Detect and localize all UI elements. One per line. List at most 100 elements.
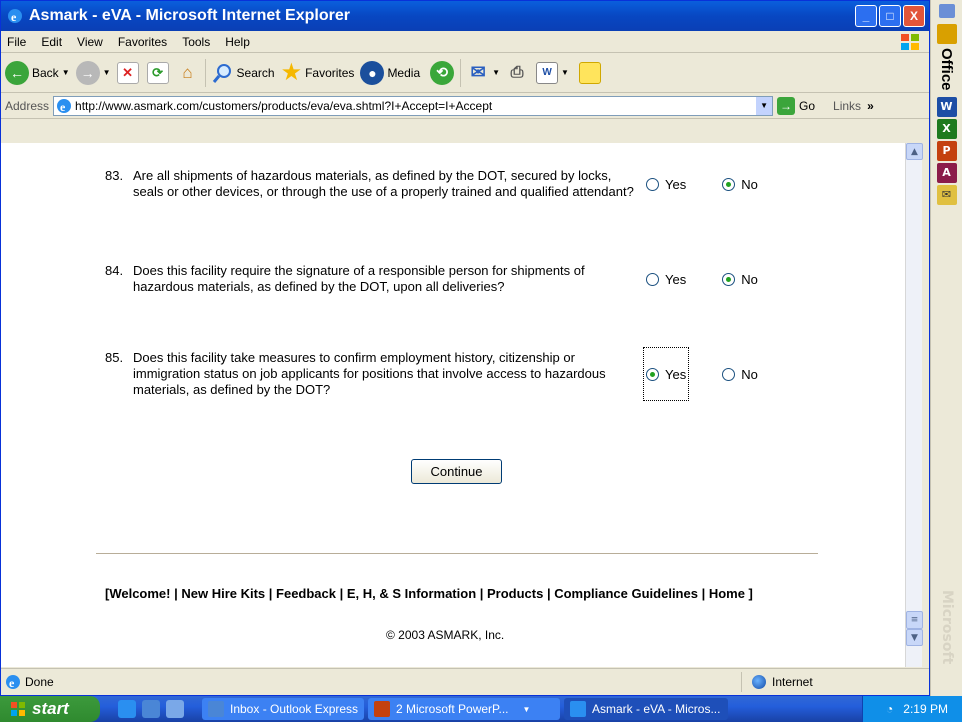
radio-yes[interactable] bbox=[646, 272, 659, 286]
word-icon[interactable]: W bbox=[936, 96, 957, 117]
quicklaunch-desktop-icon[interactable] bbox=[166, 700, 184, 718]
outlook-icon[interactable]: ✉ bbox=[936, 184, 957, 205]
go-arrow-icon: → bbox=[777, 96, 796, 115]
close-button[interactable]: X bbox=[903, 5, 925, 27]
option-yes[interactable]: Yes bbox=[646, 168, 686, 200]
ie-icon bbox=[570, 701, 586, 717]
page-icon: e bbox=[57, 98, 72, 114]
option-yes[interactable]: Yes bbox=[642, 347, 690, 401]
task-asmark-ie[interactable]: Asmark - eVA - Micros... bbox=[564, 698, 728, 720]
option-yes-label: Yes bbox=[665, 176, 687, 192]
task-label: Inbox - Outlook Express bbox=[230, 702, 359, 716]
menu-tools[interactable]: Tools bbox=[182, 35, 210, 49]
radio-yes[interactable] bbox=[646, 367, 659, 381]
chevron-right-icon[interactable]: » bbox=[867, 99, 874, 113]
taskbar: start Inbox - Outlook Express 2 Microsof… bbox=[0, 696, 962, 722]
edit-button[interactable]: W ▼ bbox=[536, 61, 569, 84]
continue-button[interactable]: Continue bbox=[411, 459, 502, 484]
window-title: Asmark - eVA - Microsoft Internet Explor… bbox=[29, 7, 350, 24]
menu-help[interactable]: Help bbox=[225, 35, 250, 49]
question-text: Are all shipments of hazardous materials… bbox=[133, 168, 634, 199]
home-icon[interactable]: ⌂ bbox=[177, 62, 199, 84]
tray-volume-icon[interactable]: ◔ bbox=[886, 702, 893, 716]
title-bar[interactable]: e Asmark - eVA - Microsoft Internet Expl… bbox=[1, 1, 929, 31]
back-button[interactable]: ← Back ▼ bbox=[5, 60, 70, 85]
start-button[interactable]: start bbox=[0, 696, 100, 722]
refresh-icon[interactable]: ⟳ bbox=[146, 61, 169, 84]
radio-selected-dot-icon bbox=[650, 371, 655, 377]
address-bar: Address e http://www.asmark.com/customer… bbox=[1, 93, 929, 119]
menu-view[interactable]: View bbox=[77, 35, 103, 49]
radio-yes[interactable] bbox=[646, 177, 659, 191]
option-yes-label: Yes bbox=[665, 271, 687, 287]
favorites-button[interactable]: ★ Favorites bbox=[280, 58, 355, 86]
menu-favorites[interactable]: Favorites bbox=[118, 35, 167, 49]
svg-text:e: e bbox=[9, 676, 15, 690]
dropdown-arrow-icon[interactable]: ▼ bbox=[561, 68, 569, 77]
favorites-star-icon: ★ bbox=[280, 58, 303, 86]
status-text-area: e Done bbox=[1, 674, 741, 690]
dropdown-arrow-icon[interactable]: ▼ bbox=[62, 68, 70, 77]
radio-no[interactable] bbox=[722, 367, 736, 381]
office-label: Office bbox=[938, 48, 955, 91]
task-outlook-express[interactable]: Inbox - Outlook Express bbox=[202, 698, 364, 720]
ie-icon: e bbox=[8, 9, 22, 24]
footer-links[interactable]: [Welcome! | New Hire Kits | Feedback | E… bbox=[105, 586, 753, 601]
start-label: start bbox=[32, 699, 69, 718]
vertical-scrollbar[interactable]: ▲ ≡ ▼ bbox=[905, 143, 923, 667]
go-label: Go bbox=[799, 98, 816, 113]
scroll-thumb[interactable]: ≡ bbox=[906, 611, 923, 629]
mail-button[interactable]: ✉ ▼ bbox=[467, 62, 500, 84]
option-no[interactable]: No bbox=[722, 263, 758, 295]
office-shortcut-bar: Office W X P A ✉ Microsoft bbox=[930, 0, 962, 696]
task-label: Asmark - eVA - Micros... bbox=[592, 702, 721, 716]
option-yes-label: Yes bbox=[665, 366, 687, 382]
svg-text:e: e bbox=[60, 100, 66, 114]
forward-button[interactable]: → ▼ bbox=[75, 60, 111, 85]
search-button[interactable]: Search bbox=[212, 62, 275, 84]
option-yes[interactable]: Yes bbox=[646, 263, 686, 295]
toolbar-separator bbox=[460, 58, 462, 87]
history-icon[interactable]: ⟲ bbox=[430, 60, 455, 85]
print-icon[interactable]: ⎙ bbox=[506, 62, 528, 84]
media-button[interactable]: ● Media bbox=[360, 60, 421, 85]
quicklaunch-outlook-icon[interactable] bbox=[142, 700, 160, 718]
menu-bar: File Edit View Favorites Tools Help bbox=[1, 31, 929, 53]
option-no[interactable]: No bbox=[722, 168, 758, 200]
radio-no[interactable] bbox=[722, 177, 736, 191]
address-input[interactable]: e http://www.asmark.com/customers/produc… bbox=[53, 95, 774, 116]
address-label: Address bbox=[5, 98, 50, 113]
messenger-icon[interactable] bbox=[578, 61, 601, 84]
quick-launch bbox=[118, 700, 190, 718]
scroll-up-icon[interactable]: ▲ bbox=[906, 143, 923, 160]
maximize-button[interactable]: □ bbox=[879, 5, 901, 27]
office-new-document-icon[interactable] bbox=[936, 24, 957, 44]
media-label: Media bbox=[387, 65, 421, 80]
page-done-icon: e bbox=[6, 675, 20, 690]
stop-icon[interactable]: ✕ bbox=[116, 61, 139, 84]
dropdown-arrow-icon[interactable]: ▼ bbox=[492, 68, 500, 77]
address-dropdown-icon[interactable]: ▼ bbox=[756, 96, 773, 115]
links-toolbar[interactable]: Links bbox=[833, 99, 861, 113]
radio-no[interactable] bbox=[722, 272, 736, 286]
back-arrow-icon: ← bbox=[5, 60, 29, 85]
question-85: 85. Does this facility take measures to … bbox=[105, 347, 825, 401]
powerpoint-icon[interactable]: P bbox=[936, 140, 957, 161]
option-no[interactable]: No bbox=[722, 350, 758, 398]
quicklaunch-ie-icon[interactable] bbox=[118, 700, 136, 718]
menu-edit[interactable]: Edit bbox=[41, 35, 62, 49]
excel-icon[interactable]: X bbox=[936, 118, 957, 139]
dropdown-arrow-icon[interactable]: ▼ bbox=[103, 68, 111, 77]
scroll-down-icon[interactable]: ▼ bbox=[906, 629, 923, 646]
menu-file[interactable]: File bbox=[7, 35, 26, 49]
office-menu-icon[interactable] bbox=[938, 4, 955, 18]
go-button[interactable]: → Go bbox=[777, 96, 816, 115]
option-no-label: No bbox=[741, 176, 758, 192]
minimize-button[interactable]: _ bbox=[855, 5, 877, 27]
page-content: 83. Are all shipments of hazardous mater… bbox=[1, 143, 905, 667]
powerpoint-icon bbox=[374, 701, 390, 717]
access-icon[interactable]: A bbox=[936, 162, 957, 183]
word-edit-icon: W bbox=[536, 61, 559, 84]
status-bar: e Done Internet bbox=[1, 668, 929, 695]
task-powerpoint-group[interactable]: 2 Microsoft PowerP... ▼ bbox=[368, 698, 560, 720]
